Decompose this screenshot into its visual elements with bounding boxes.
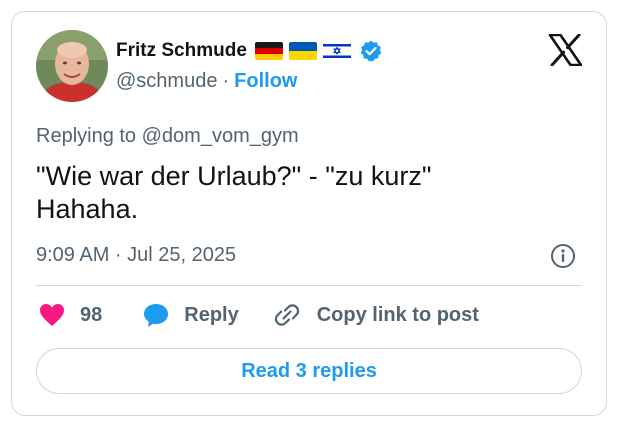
like-count: 98 [80,303,103,326]
tweet-text: "Wie war der Urlaub?" - "zu kurz" Hahaha… [36,161,432,224]
tweet-timestamp[interactable]: 9:09 AM · Jul 25, 2025 [36,244,236,267]
author-name-row: Fritz Schmude [116,38,383,64]
reply-bubble-icon [144,304,169,327]
author-handle[interactable]: @schmude [116,70,217,93]
info-icon[interactable] [550,243,576,269]
like-button[interactable]: 98 [38,302,102,328]
reply-label: Reply [184,303,239,326]
israel-flag-icon [322,42,351,60]
divider [36,285,582,286]
author-display-name[interactable]: Fritz Schmude [116,40,247,62]
read-replies-button[interactable]: Read 3 replies [36,348,582,394]
heart-icon [40,304,64,326]
separator-dot: · [222,70,230,92]
link-icon [274,304,299,326]
author-handle-row: @schmude · Follow [116,70,297,93]
tweet-card: Fritz Schmude @schmude · Follow Replying… [11,11,607,416]
copy-link-button[interactable]: Copy link to post [273,301,479,329]
verified-badge-icon [359,39,383,63]
action-bar: 98 Reply Copy link to post [38,300,479,330]
reply-button[interactable]: Reply [142,302,239,328]
ukraine-flag-icon [288,42,317,60]
x-logo-icon[interactable] [548,33,583,67]
germany-flag-icon [254,42,283,60]
replying-to-label[interactable]: Replying to @dom_vom_gym [36,125,299,148]
avatar[interactable] [36,30,108,102]
follow-button[interactable]: Follow [234,70,297,93]
copy-link-label: Copy link to post [316,303,479,326]
